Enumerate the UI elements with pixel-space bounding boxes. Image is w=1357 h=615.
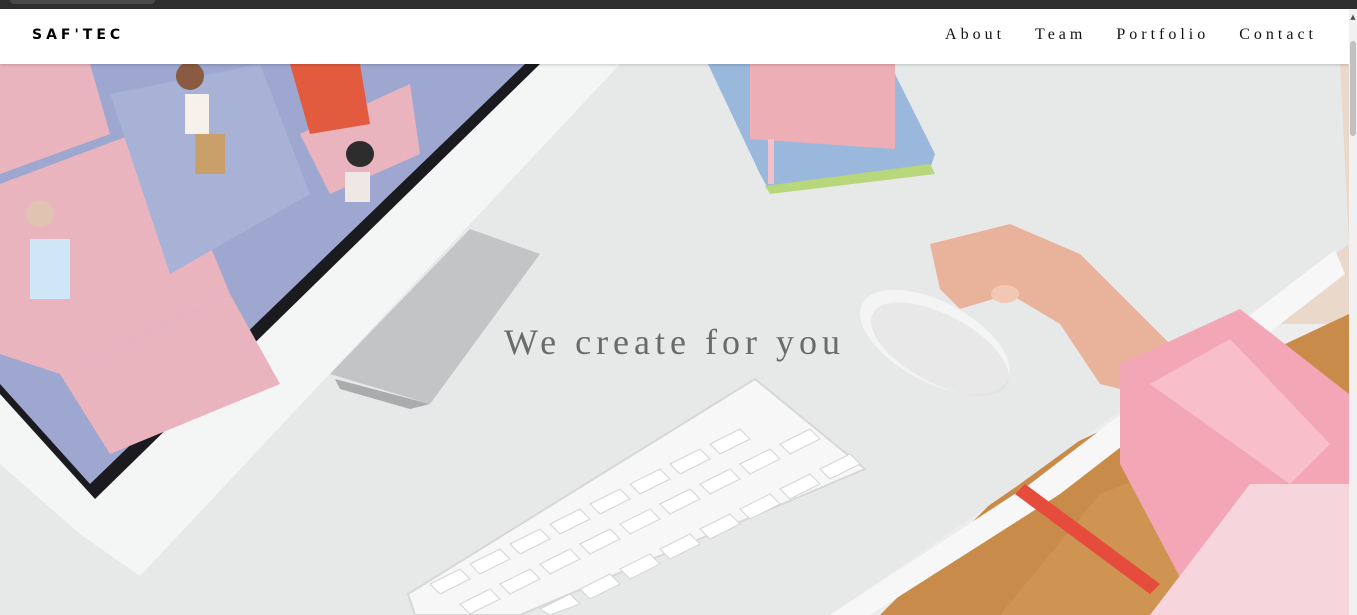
- top-navbar: SAF'TEC About Team Portfolio Contact: [0, 9, 1349, 64]
- hero-title: We create for you: [0, 321, 1349, 363]
- hero-title-text: We create for you: [504, 322, 845, 362]
- brand-logo[interactable]: SAF'TEC: [32, 27, 124, 43]
- browser-tab[interactable]: [10, 0, 155, 4]
- hero-section: We create for you: [0, 64, 1349, 615]
- browser-chrome-bar: [0, 0, 1357, 9]
- nav-link-contact[interactable]: Contact: [1239, 26, 1317, 44]
- nav-link-about[interactable]: About: [945, 26, 1005, 44]
- page-scrollbar[interactable]: ▲: [1349, 9, 1357, 615]
- scroll-up-icon[interactable]: ▲: [1349, 13, 1357, 21]
- nav-link-portfolio[interactable]: Portfolio: [1116, 26, 1209, 44]
- nav-links: About Team Portfolio Contact: [915, 26, 1317, 44]
- nav-link-team[interactable]: Team: [1035, 26, 1086, 44]
- scroll-thumb[interactable]: [1350, 41, 1356, 136]
